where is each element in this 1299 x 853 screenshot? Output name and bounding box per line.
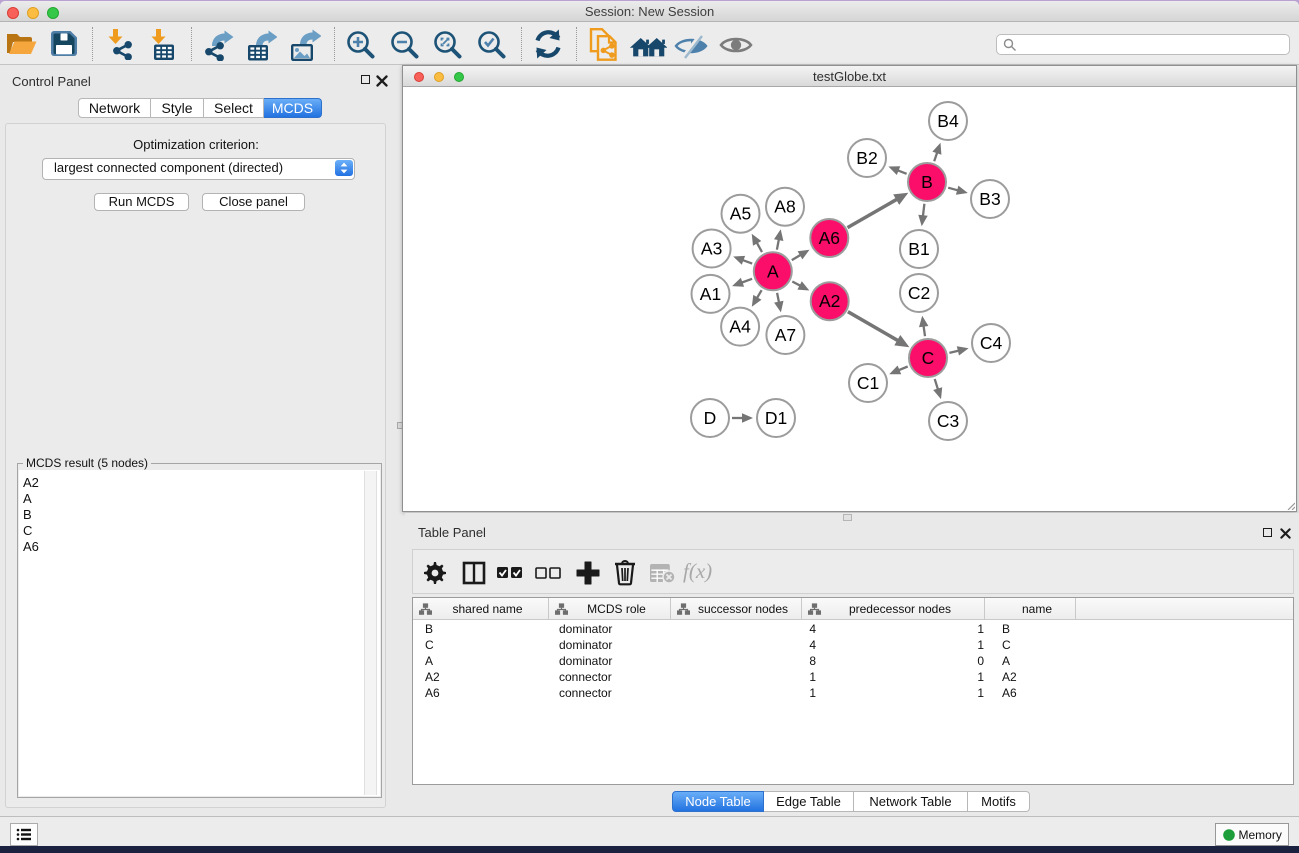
svg-text:B2: B2: [856, 148, 877, 168]
svg-text:C3: C3: [937, 411, 959, 431]
svg-text:B3: B3: [979, 189, 1000, 209]
svg-text:A2: A2: [819, 291, 840, 311]
svg-text:A4: A4: [729, 317, 751, 337]
svg-text:A8: A8: [774, 197, 795, 217]
svg-text:A5: A5: [730, 204, 751, 224]
svg-text:D: D: [704, 408, 717, 428]
svg-text:C2: C2: [908, 283, 930, 303]
svg-text:D1: D1: [765, 408, 787, 428]
svg-text:C: C: [922, 348, 935, 368]
svg-text:C1: C1: [857, 373, 879, 393]
svg-text:B4: B4: [937, 111, 959, 131]
svg-text:A3: A3: [701, 239, 722, 259]
svg-text:Memory: Memory: [1239, 828, 1282, 842]
svg-text:C4: C4: [980, 333, 1003, 353]
svg-text:A: A: [767, 261, 779, 281]
svg-text:A6: A6: [819, 228, 840, 248]
svg-text:A7: A7: [775, 325, 796, 345]
svg-text:f(x): f(x): [683, 561, 712, 583]
svg-text:A1: A1: [700, 284, 721, 304]
svg-text:B1: B1: [908, 239, 929, 259]
svg-text:B: B: [921, 172, 933, 192]
